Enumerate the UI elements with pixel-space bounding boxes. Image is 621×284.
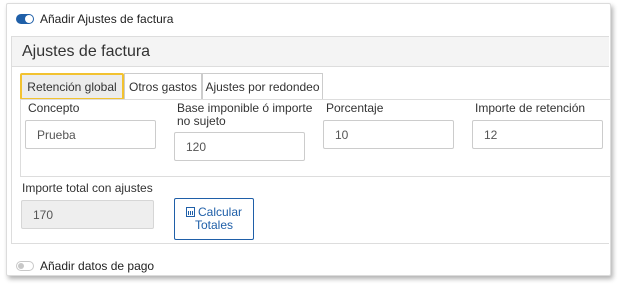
adjustments-toggle-switch[interactable] — [16, 14, 34, 24]
concepto-label: Concepto — [28, 101, 80, 115]
porcentaje-input[interactable]: 10 — [323, 120, 454, 149]
toggle-knob — [18, 263, 24, 269]
tab-retencion-global[interactable]: Retención global — [20, 73, 124, 100]
adjustments-toggle-row[interactable]: Añadir Ajustes de factura — [16, 12, 173, 26]
tab-otros-gastos[interactable]: Otros gastos — [124, 73, 202, 100]
payment-toggle-row[interactable]: Añadir datos de pago — [16, 259, 154, 273]
concepto-input[interactable]: Prueba — [25, 120, 156, 149]
importe-retencion-input[interactable]: 12 — [472, 120, 603, 149]
payment-toggle-label: Añadir datos de pago — [40, 259, 155, 273]
base-imponible-label-line2: no sujeto — [177, 114, 226, 128]
importe-total-label: Importe total con ajustes — [22, 181, 153, 195]
panel-header: Ajustes de factura — [12, 37, 609, 67]
calcular-totales-text: Calcular Totales — [185, 205, 242, 232]
totales-label: Totales — [194, 218, 233, 232]
calculator-icon — [185, 207, 195, 217]
calcular-label: Calcular — [197, 205, 242, 219]
payment-toggle-switch[interactable] — [16, 261, 34, 271]
porcentaje-label: Porcentaje — [326, 101, 384, 115]
adjustments-toggle-label: Añadir Ajustes de factura — [40, 12, 174, 26]
toggle-knob — [25, 15, 33, 23]
base-imponible-input[interactable]: 120 — [174, 132, 305, 161]
tab-ajustes-redondeo[interactable]: Ajustes por redondeo — [202, 73, 323, 100]
importe-total-input: 170 — [21, 200, 154, 229]
importe-retencion-label: Importe de retención — [475, 101, 586, 115]
panel-title: Ajustes de factura — [22, 43, 151, 60]
calcular-totales-button[interactable]: Calcular Totales — [174, 198, 254, 240]
